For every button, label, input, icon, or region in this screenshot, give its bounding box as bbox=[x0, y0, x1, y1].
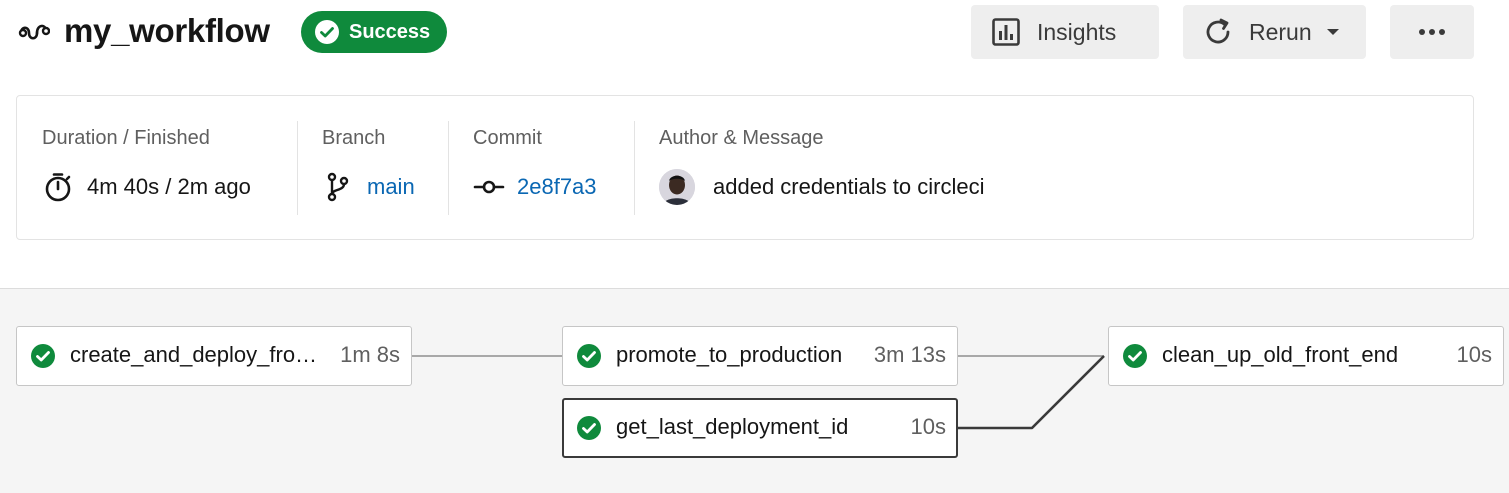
workflow-graph: create_and_deploy_fro… 1m 8s promote_to_… bbox=[0, 288, 1509, 493]
branch-icon bbox=[327, 172, 349, 202]
workflow-icon bbox=[18, 24, 50, 40]
divider bbox=[634, 121, 635, 215]
job-duration: 10s bbox=[1456, 342, 1492, 367]
job-duration: 10s bbox=[910, 414, 946, 439]
connector-line bbox=[957, 355, 1105, 430]
success-check-icon bbox=[577, 344, 601, 368]
insights-button[interactable]: Insights bbox=[971, 5, 1159, 59]
divider bbox=[448, 121, 449, 215]
duration-value-row: 4m 40s / 2m ago bbox=[42, 171, 251, 203]
workflow-info-card: Duration / Finished 4m 40s / 2m ago Bran… bbox=[16, 95, 1474, 240]
refresh-icon bbox=[1206, 18, 1230, 44]
avatar bbox=[659, 169, 695, 205]
more-options-button[interactable] bbox=[1390, 5, 1474, 59]
duration-label: Duration / Finished bbox=[42, 127, 210, 149]
bar-chart-icon bbox=[992, 18, 1020, 46]
commit-value-row: 2e8f7a3 bbox=[473, 171, 597, 203]
commit-icon bbox=[473, 180, 505, 194]
job-card[interactable]: clean_up_old_front_end 10s bbox=[1108, 326, 1504, 386]
job-duration: 1m 8s bbox=[340, 342, 400, 367]
job-card[interactable]: promote_to_production 3m 13s bbox=[562, 326, 958, 386]
job-name: get_last_deployment_id bbox=[616, 414, 849, 439]
job-name: clean_up_old_front_end bbox=[1162, 342, 1399, 367]
rerun-button[interactable]: Rerun bbox=[1183, 5, 1366, 59]
job-card-selected[interactable]: get_last_deployment_id 10s bbox=[562, 398, 958, 458]
job-name: promote_to_production bbox=[616, 342, 843, 367]
commit-link[interactable]: 2e8f7a3 bbox=[517, 174, 597, 200]
success-check-icon bbox=[1123, 344, 1147, 368]
more-dots-icon bbox=[1419, 29, 1445, 35]
success-check-icon bbox=[577, 416, 601, 440]
duration-value: 4m 40s / 2m ago bbox=[87, 174, 251, 199]
divider bbox=[297, 121, 298, 215]
commit-message: added credentials to circleci bbox=[713, 174, 985, 199]
page-title: my_workflow bbox=[64, 12, 270, 49]
author-value-row: added credentials to circleci bbox=[659, 169, 984, 205]
workflow-header: my_workflow Success Insights Rerun bbox=[0, 0, 1509, 66]
status-badge: Success bbox=[301, 11, 447, 53]
rerun-label: Rerun bbox=[1249, 18, 1312, 45]
job-connectors bbox=[411, 355, 1105, 430]
check-circle-icon bbox=[315, 20, 339, 44]
stopwatch-icon bbox=[45, 173, 71, 202]
job-duration: 3m 13s bbox=[873, 342, 946, 367]
author-label: Author & Message bbox=[659, 127, 824, 149]
branch-value-row: main bbox=[322, 171, 415, 203]
branch-link[interactable]: main bbox=[367, 174, 415, 200]
job-name: create_and_deploy_fro… bbox=[70, 342, 318, 367]
success-check-icon bbox=[31, 344, 55, 368]
avatar-image bbox=[659, 169, 695, 205]
job-card[interactable]: create_and_deploy_fro… 1m 8s bbox=[16, 326, 412, 386]
commit-label: Commit bbox=[473, 127, 542, 149]
chevron-down-icon bbox=[1326, 29, 1339, 35]
insights-label: Insights bbox=[1037, 18, 1117, 45]
branch-label: Branch bbox=[322, 127, 386, 149]
status-label: Success bbox=[349, 20, 431, 43]
